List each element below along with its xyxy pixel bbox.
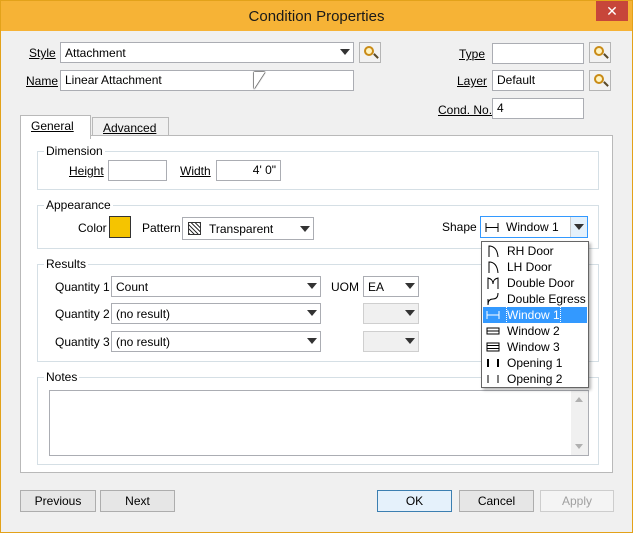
quantity-3-value: (no result) (116, 335, 171, 349)
width-label: Width (180, 164, 211, 178)
chevron-down-icon (307, 310, 317, 316)
layer-field[interactable]: Default (492, 70, 584, 91)
style-value: Attachment (65, 46, 126, 60)
shape-option-window-3[interactable]: Window 3 (483, 339, 587, 355)
shape-value: Window 1 (506, 220, 559, 234)
shape-option-double-door[interactable]: Double Door (483, 275, 587, 291)
height-field[interactable] (108, 160, 167, 181)
chevron-down-icon (405, 283, 415, 289)
condition-properties-dialog: Condition Properties ✕ Style Attachment … (0, 0, 633, 533)
uom-1-select[interactable]: EA (363, 276, 419, 297)
quantity-2-select[interactable]: (no result) (111, 303, 321, 324)
chevron-down-icon (307, 283, 317, 289)
apply-button[interactable]: Apply (540, 490, 614, 512)
pattern-label: Pattern (142, 221, 181, 235)
window-2-icon (486, 327, 500, 335)
shape-select[interactable]: Window 1 (480, 216, 588, 238)
shape-dropdown-toggle[interactable] (570, 217, 587, 237)
dialog-body: Style Attachment Name Linear Attachment … (9, 31, 624, 526)
previous-button[interactable]: Previous (20, 490, 96, 512)
window-1-icon (486, 311, 500, 319)
chevron-down-icon (405, 310, 415, 316)
height-label: Height (69, 164, 104, 178)
chevron-down-icon (340, 49, 350, 55)
shape-option-double-egress-door[interactable]: Double Egress D (483, 291, 587, 307)
window-1-icon (485, 223, 499, 232)
chevron-down-icon (405, 338, 415, 344)
notes-group-title: Notes (44, 370, 80, 384)
dimension-group-title: Dimension (44, 144, 105, 158)
next-button[interactable]: Next (100, 490, 175, 512)
shape-option-opening-2[interactable]: Opening 2 (483, 371, 587, 387)
layer-search-button[interactable] (589, 70, 611, 91)
chevron-down-icon (574, 224, 584, 230)
quantity-3-label: Quantity 3 (55, 335, 110, 349)
name-label: Name (26, 74, 59, 88)
quantity-1-value: Count (116, 280, 149, 294)
color-label: Color (78, 221, 107, 235)
chevron-down-icon (307, 338, 317, 344)
shape-option-lh-door[interactable]: LH Door (483, 259, 587, 275)
opening-1-icon (487, 359, 499, 367)
notes-textarea[interactable] (49, 390, 589, 456)
double-egress-door-icon (487, 293, 499, 305)
type-search-button[interactable] (589, 42, 611, 63)
quantity-1-label: Quantity 1 (55, 280, 110, 294)
rh-door-icon (488, 245, 499, 257)
type-label: Type (459, 47, 486, 61)
scroll-up-icon[interactable] (575, 397, 583, 402)
pattern-value: Transparent (209, 222, 274, 236)
tab-general-label: General (31, 119, 74, 133)
opening-2-icon (487, 375, 499, 383)
pattern-select[interactable]: Transparent (182, 217, 314, 240)
style-search-button[interactable] (359, 42, 381, 63)
window-3-icon (486, 342, 500, 352)
quantity-3-select[interactable]: (no result) (111, 331, 321, 352)
appearance-group-title: Appearance (44, 198, 113, 212)
shape-dropdown-list: RH Door LH Door Double Door Double Egres… (481, 241, 589, 388)
cond-no-label: Cond. No. (438, 103, 493, 117)
notes-scrollbar[interactable] (571, 391, 588, 455)
results-group-title: Results (44, 257, 89, 271)
name-field[interactable]: Linear Attachment (60, 70, 354, 91)
shape-option-rh-door[interactable]: RH Door (483, 243, 587, 259)
cancel-button[interactable]: Cancel (459, 490, 534, 512)
shape-label: Shape (442, 220, 477, 234)
style-label: Style (29, 46, 56, 60)
layer-label: Layer (457, 74, 488, 88)
shape-option-window-1[interactable]: Window 1 (483, 307, 587, 323)
mouse-cursor-icon (254, 72, 265, 89)
scroll-down-icon[interactable] (575, 444, 583, 449)
width-field[interactable]: 4' 0" (216, 160, 281, 181)
ok-button[interactable]: OK (377, 490, 452, 512)
quantity-2-value: (no result) (116, 307, 171, 321)
tab-general[interactable]: General (20, 115, 91, 139)
uom-label: UOM (331, 280, 359, 294)
cond-no-field[interactable]: 4 (492, 98, 584, 119)
style-select[interactable]: Attachment (60, 42, 354, 63)
double-door-icon (487, 277, 499, 289)
shape-option-opening-1[interactable]: Opening 1 (483, 355, 587, 371)
chevron-down-icon (300, 226, 310, 232)
uom-3-select[interactable] (363, 331, 419, 352)
uom-2-select[interactable] (363, 303, 419, 324)
hatch-pattern-icon (188, 222, 201, 235)
title-bar: Condition Properties ✕ (1, 1, 632, 31)
tab-advanced-label: Advanced (103, 121, 157, 135)
color-swatch[interactable] (109, 216, 131, 238)
type-field[interactable] (492, 43, 584, 64)
lh-door-icon (488, 261, 499, 273)
window-title: Condition Properties (248, 8, 385, 25)
shape-option-window-2[interactable]: Window 2 (483, 323, 587, 339)
quantity-2-label: Quantity 2 (55, 307, 110, 321)
close-button[interactable]: ✕ (596, 1, 628, 21)
quantity-1-select[interactable]: Count (111, 276, 321, 297)
uom-1-value: EA (368, 280, 385, 294)
